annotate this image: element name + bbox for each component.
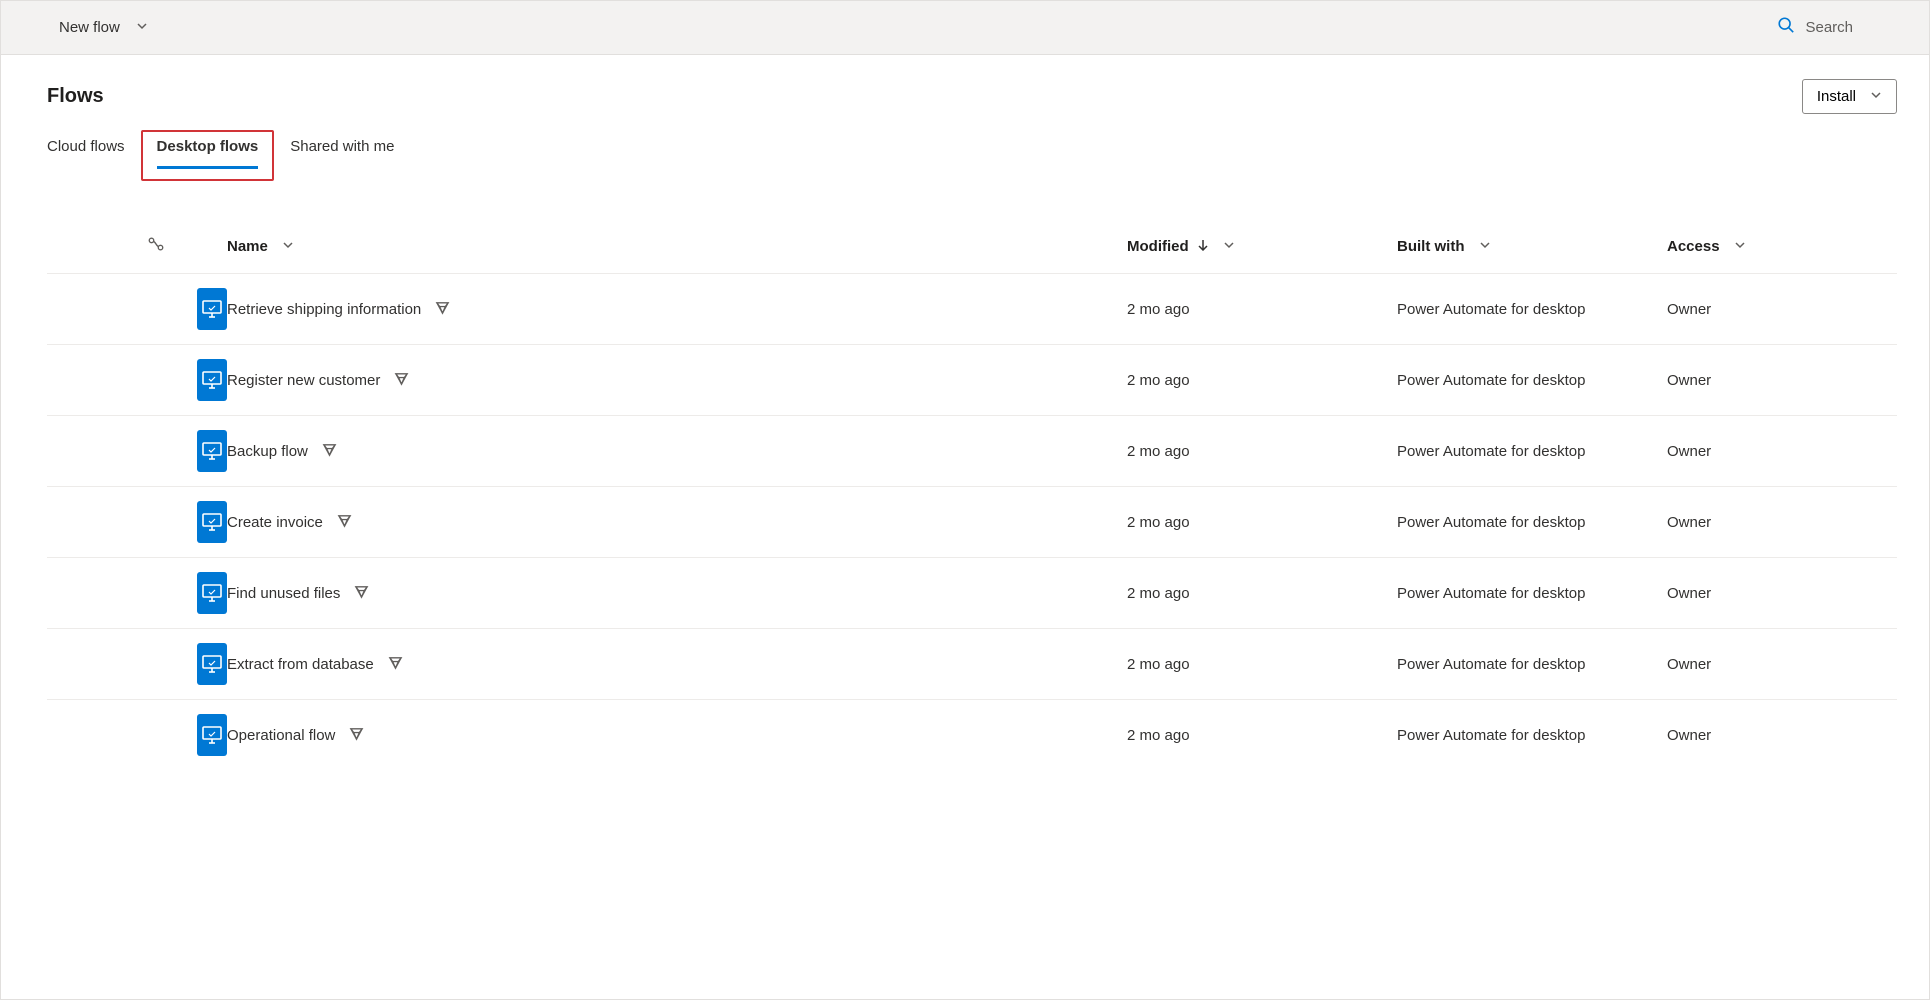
column-modified[interactable]: Modified: [1127, 238, 1397, 255]
table-row[interactable]: Operational flow 2 mo agoPower Automate f…: [47, 699, 1897, 770]
flow-name[interactable]: Operational flow: [227, 727, 335, 744]
tab-cloud-flows[interactable]: Cloud flows: [47, 138, 125, 179]
chevron-down-icon: [1479, 238, 1491, 255]
chevron-down-icon: [282, 238, 294, 255]
premium-icon: [337, 513, 352, 532]
new-flow-label: New flow: [59, 19, 120, 36]
tabs: Cloud flows Desktop flows Shared with me: [47, 138, 1897, 179]
table-row[interactable]: Create invoice 2 mo agoPower Automate for…: [47, 486, 1897, 557]
table-header: Name Modified: [47, 229, 1897, 273]
table-row[interactable]: Backup flow 2 mo agoPower Automate for de…: [47, 415, 1897, 486]
chevron-down-icon: [136, 19, 148, 36]
flow-access: Owner: [1667, 301, 1897, 318]
flow-modified: 2 mo ago: [1127, 585, 1397, 602]
install-label: Install: [1817, 88, 1856, 105]
desktop-flow-icon: [197, 359, 227, 401]
flow-modified: 2 mo ago: [1127, 372, 1397, 389]
flow-modified: 2 mo ago: [1127, 514, 1397, 531]
desktop-flow-icon: [197, 430, 227, 472]
table-row[interactable]: Retrieve shipping information 2 mo agoPow…: [47, 273, 1897, 344]
chevron-down-icon: [1734, 238, 1746, 255]
flow-modified: 2 mo ago: [1127, 727, 1397, 744]
column-built-with[interactable]: Built with: [1397, 238, 1667, 255]
flow-name[interactable]: Register new customer: [227, 372, 380, 389]
flow-access: Owner: [1667, 372, 1897, 389]
flow-name[interactable]: Create invoice: [227, 514, 323, 531]
search-placeholder: Search: [1805, 19, 1853, 36]
top-bar: New flow Search: [1, 1, 1929, 55]
premium-icon: [394, 371, 409, 390]
connector-icon: [147, 235, 165, 257]
flow-name[interactable]: Extract from database: [227, 656, 374, 673]
search-icon: [1777, 16, 1795, 39]
table-row[interactable]: Extract from database 2 mo agoPower Autom…: [47, 628, 1897, 699]
page-title: Flows: [47, 85, 104, 108]
desktop-flow-icon: [197, 288, 227, 330]
premium-icon: [322, 442, 337, 461]
flow-built-with: Power Automate for desktop: [1397, 514, 1667, 531]
search-input[interactable]: Search: [1777, 16, 1913, 39]
flow-built-with: Power Automate for desktop: [1397, 727, 1667, 744]
flow-name[interactable]: Backup flow: [227, 443, 308, 460]
flows-table: Name Modified: [47, 229, 1897, 770]
flow-built-with: Power Automate for desktop: [1397, 443, 1667, 460]
sort-down-icon: [1197, 238, 1209, 255]
flow-access: Owner: [1667, 727, 1897, 744]
new-flow-button[interactable]: New flow: [33, 17, 148, 38]
tab-shared-with-me[interactable]: Shared with me: [290, 138, 394, 179]
flow-name[interactable]: Find unused files: [227, 585, 340, 602]
flow-built-with: Power Automate for desktop: [1397, 372, 1667, 389]
premium-icon: [388, 655, 403, 674]
premium-icon: [354, 584, 369, 603]
desktop-flow-icon: [197, 714, 227, 756]
premium-icon: [349, 726, 364, 745]
flow-modified: 2 mo ago: [1127, 301, 1397, 318]
chevron-down-icon: [1870, 88, 1882, 105]
premium-icon: [435, 300, 450, 319]
column-name[interactable]: Name: [227, 238, 1127, 255]
column-access[interactable]: Access: [1667, 238, 1897, 255]
flow-built-with: Power Automate for desktop: [1397, 301, 1667, 318]
column-connector[interactable]: [147, 235, 227, 257]
table-row[interactable]: Find unused files 2 mo agoPower Automate …: [47, 557, 1897, 628]
flow-built-with: Power Automate for desktop: [1397, 585, 1667, 602]
flow-modified: 2 mo ago: [1127, 656, 1397, 673]
desktop-flow-icon: [197, 643, 227, 685]
flow-access: Owner: [1667, 585, 1897, 602]
chevron-down-icon: [1223, 238, 1235, 255]
desktop-flow-icon: [197, 572, 227, 614]
flow-access: Owner: [1667, 443, 1897, 460]
tab-label: Desktop flows: [157, 138, 259, 169]
install-button[interactable]: Install: [1802, 79, 1897, 114]
flow-built-with: Power Automate for desktop: [1397, 656, 1667, 673]
flow-modified: 2 mo ago: [1127, 443, 1397, 460]
desktop-flow-icon: [197, 501, 227, 543]
flow-access: Owner: [1667, 514, 1897, 531]
flow-name[interactable]: Retrieve shipping information: [227, 301, 421, 318]
table-row[interactable]: Register new customer 2 mo agoPower Autom…: [47, 344, 1897, 415]
tab-desktop-flows[interactable]: Desktop flows: [141, 130, 275, 181]
flow-access: Owner: [1667, 656, 1897, 673]
